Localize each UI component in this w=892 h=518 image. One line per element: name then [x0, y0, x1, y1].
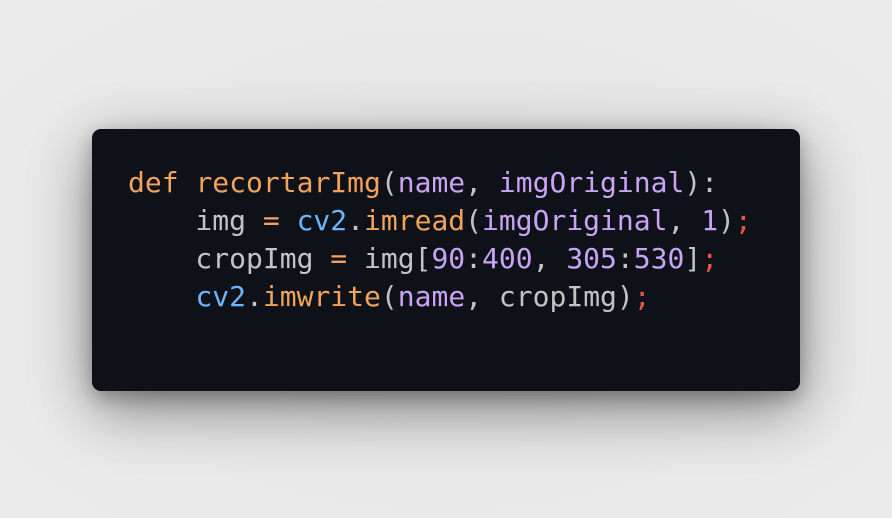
code-token-plain: img[ — [347, 242, 432, 275]
code-token-mod: cv2 — [296, 204, 348, 237]
code-token-semi: ; — [734, 204, 752, 237]
code-token-plain: ( — [380, 166, 398, 199]
code-token-semi: ; — [633, 280, 651, 313]
code-token-plain: ( — [465, 204, 483, 237]
code-token-num: 400 — [482, 242, 533, 275]
code-token-plain: , — [465, 166, 499, 199]
code-line: cropImg = img[90:400, 305:530]; — [128, 240, 752, 278]
code-token-kw: def — [128, 166, 179, 199]
code-line: def recortarImg(name, imgOriginal): — [128, 164, 752, 202]
code-token-semi: ; — [701, 242, 719, 275]
code-token-num: 305 — [566, 242, 617, 275]
code-token-plain: ): — [684, 166, 719, 199]
code-token-plain: : — [465, 242, 483, 275]
code-token-op: = — [330, 242, 348, 275]
code-token-plain: . — [246, 280, 263, 313]
code-token-plain: , — [667, 204, 702, 237]
code-token-plain: ] — [684, 242, 702, 275]
code-token-num: 530 — [633, 242, 685, 275]
code-token-plain: : — [616, 242, 634, 275]
code-token-plain: ( — [380, 280, 398, 313]
code-block: def recortarImg(name, imgOriginal): img … — [128, 164, 752, 316]
code-token-plain: cropImg — [128, 242, 331, 275]
code-token-fn: imread — [364, 204, 466, 237]
code-token-pn: name — [397, 280, 466, 313]
code-line: img = cv2.imread(imgOriginal, 1); — [128, 202, 752, 240]
code-snippet-card: def recortarImg(name, imgOriginal): img … — [92, 129, 800, 391]
code-token-mod: cv2 — [195, 280, 247, 313]
code-token-plain: , cropImg) — [465, 280, 634, 313]
code-token-pn: imgOriginal — [482, 204, 668, 237]
code-line: cv2.imwrite(name, cropImg); — [128, 278, 752, 316]
code-token-plain: . — [347, 204, 365, 237]
code-token-plain: , — [532, 242, 567, 275]
code-token-pn: imgOriginal — [498, 166, 685, 199]
code-token-plain: ) — [718, 204, 735, 237]
code-token-fn: recortarImg — [195, 166, 381, 199]
code-token-plain: img — [128, 204, 263, 237]
code-token-fn: imwrite — [262, 280, 381, 313]
code-token-op: = — [262, 204, 280, 237]
code-token-num: 1 — [701, 204, 719, 237]
code-token-num: 90 — [431, 242, 466, 275]
code-token-pn: name — [397, 166, 466, 199]
